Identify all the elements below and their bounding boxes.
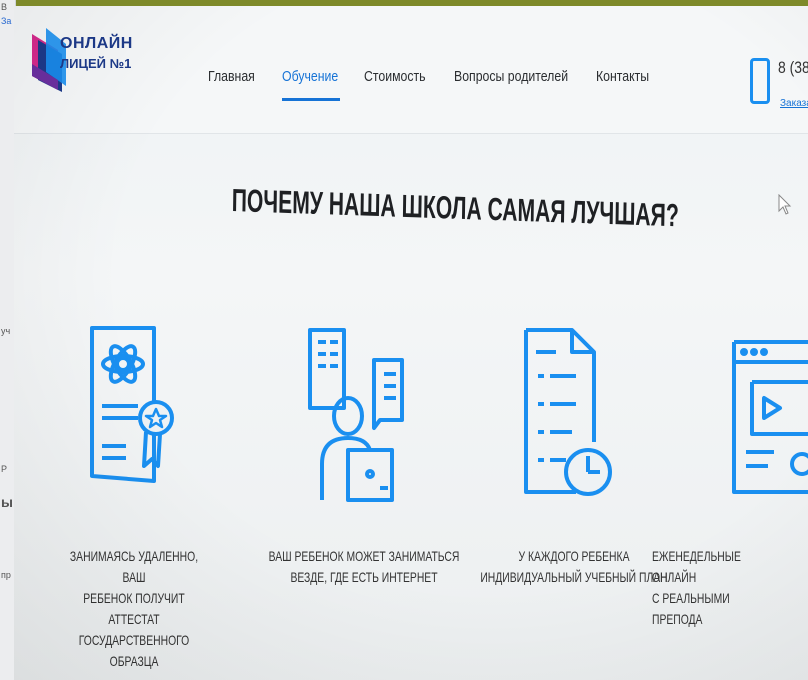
active-tab-indicator bbox=[282, 98, 340, 101]
callback-link[interactable]: Заказат bbox=[780, 98, 808, 109]
nav-item-learning[interactable]: Обучение bbox=[282, 68, 338, 85]
strip-text: Р bbox=[1, 464, 8, 474]
feature-caption-anywhere: ВАШ РЕБЕНОК МОЖЕТ ЗАНИМАТЬСЯ ВЕЗДЕ, ГДЕ … bbox=[268, 548, 460, 585]
strip-link: За bbox=[1, 16, 12, 26]
strip-text: ы bbox=[1, 494, 13, 510]
nav-item-parents-faq[interactable]: Вопросы родителей bbox=[454, 68, 568, 85]
feature-caption-certificate: ЗАНИМАЯСЬ УДАЛЕННО, ВАШ РЕБЕНОК ПОЛУЧИТ … bbox=[69, 548, 199, 669]
strip-text: уч bbox=[1, 326, 11, 336]
section-headline: ПОЧЕМУ НАША ШКОЛА САМАЯ ЛУЧШАЯ? bbox=[231, 182, 680, 234]
video-lesson-icon bbox=[732, 340, 808, 494]
mouse-cursor-icon bbox=[778, 194, 792, 215]
site-header: ОНЛАЙН ЛИЦЕЙ №1 Главная Обучение Стоимос… bbox=[14, 6, 808, 134]
feature-caption-weekly-online: ЕЖЕНЕДЕЛЬНЫЕ ОНЛАЙН С РЕАЛЬНЫМИ ПРЕПОДА bbox=[652, 548, 741, 627]
feature-caption-individual-plan: У КАЖДОГО РЕБЕНКА ИНДИВИДУАЛЬНЫЙ УЧЕБНЫЙ… bbox=[480, 548, 668, 585]
phone-icon bbox=[750, 58, 770, 104]
strip-text: В bbox=[1, 2, 8, 12]
browser-viewport: ОНЛАЙН ЛИЦЕЙ №1 Главная Обучение Стоимос… bbox=[14, 6, 808, 680]
nav-item-pricing[interactable]: Стоимость bbox=[364, 68, 426, 85]
plan-document-icon bbox=[524, 328, 612, 496]
nav-item-contacts[interactable]: Контакты bbox=[596, 68, 649, 85]
nav-item-home[interactable]: Главная bbox=[208, 68, 255, 85]
diploma-icon bbox=[90, 326, 174, 483]
student-laptop-icon bbox=[308, 328, 404, 502]
strip-text: пр bbox=[1, 570, 11, 580]
main-nav: Главная Обучение Стоимость Вопросы родит… bbox=[14, 6, 808, 134]
phone-number[interactable]: 8 (38 bbox=[778, 58, 808, 78]
